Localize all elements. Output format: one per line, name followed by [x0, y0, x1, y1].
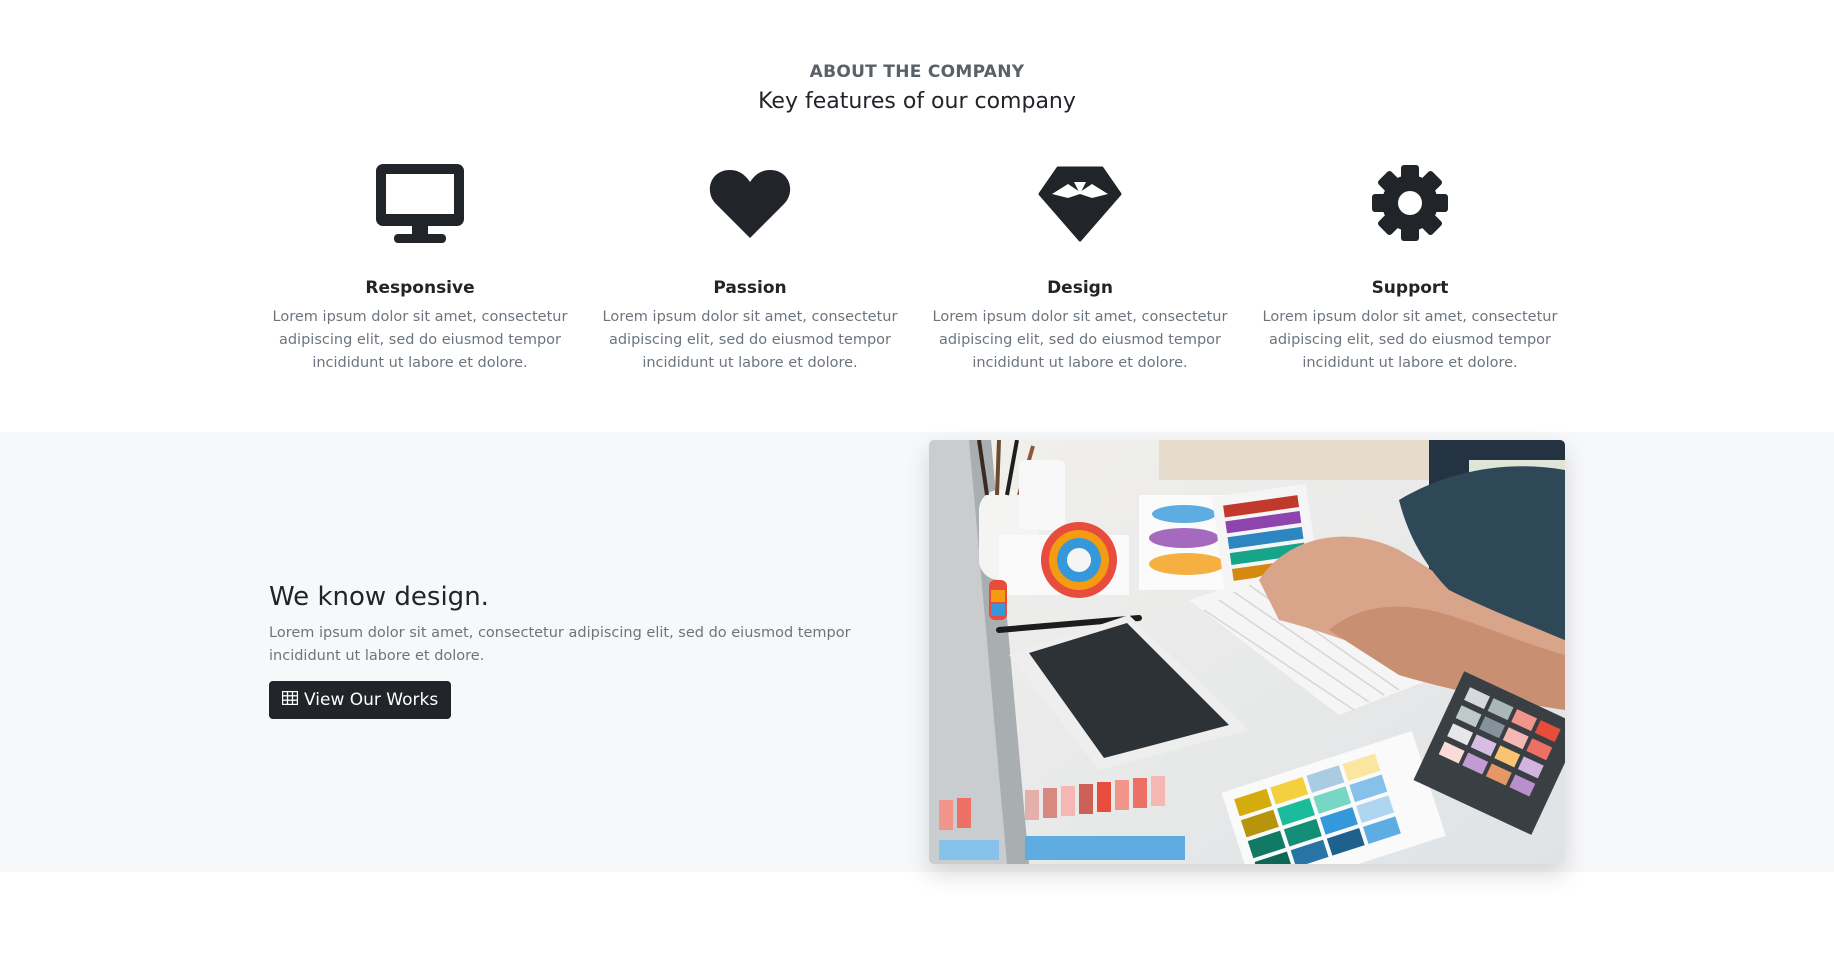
feature-description: Lorem ipsum dolor sit amet, consectetur … — [272, 309, 568, 371]
feature-card-responsive: Responsive Lorem ipsum dolor sit amet, c… — [270, 160, 570, 375]
table-grid-icon — [281, 690, 299, 710]
gear-icon — [1360, 160, 1460, 246]
feature-title: Design — [1047, 278, 1113, 298]
designer-desk-photo — [929, 440, 1565, 864]
feature-title: Passion — [713, 278, 787, 298]
feature-description: Lorem ipsum dolor sit amet, consectetur … — [602, 309, 898, 371]
feature-title: Support — [1371, 278, 1449, 298]
section-eyebrow: ABOUT THE COMPANY — [809, 62, 1025, 82]
feature-title: Responsive — [365, 278, 475, 298]
design-section: We know design. Lorem ipsum dolor sit am… — [0, 432, 1834, 872]
view-our-works-button[interactable]: View Our Works — [269, 681, 452, 719]
feature-card-support: Support Lorem ipsum dolor sit amet, cons… — [1260, 160, 1560, 375]
desktop-icon — [370, 160, 470, 246]
feature-description: Lorem ipsum dolor sit amet, consectetur … — [932, 309, 1228, 371]
about-section: ABOUT THE COMPANY Key features of our co… — [0, 0, 1834, 432]
feature-card-design: Design Lorem ipsum dolor sit amet, conse… — [930, 160, 1230, 375]
features-grid: Responsive Lorem ipsum dolor sit amet, c… — [270, 160, 1590, 380]
design-description: Lorem ipsum dolor sit amet, consectetur … — [269, 625, 851, 664]
view-our-works-label: View Our Works — [304, 690, 439, 710]
design-heading: We know design. — [269, 582, 489, 612]
feature-card-passion: Passion Lorem ipsum dolor sit amet, cons… — [600, 160, 900, 375]
feature-description: Lorem ipsum dolor sit amet, consectetur … — [1262, 309, 1558, 371]
section-subtitle: Key features of our company — [758, 89, 1076, 114]
diamond-icon — [1030, 160, 1130, 246]
heart-icon — [700, 160, 800, 246]
